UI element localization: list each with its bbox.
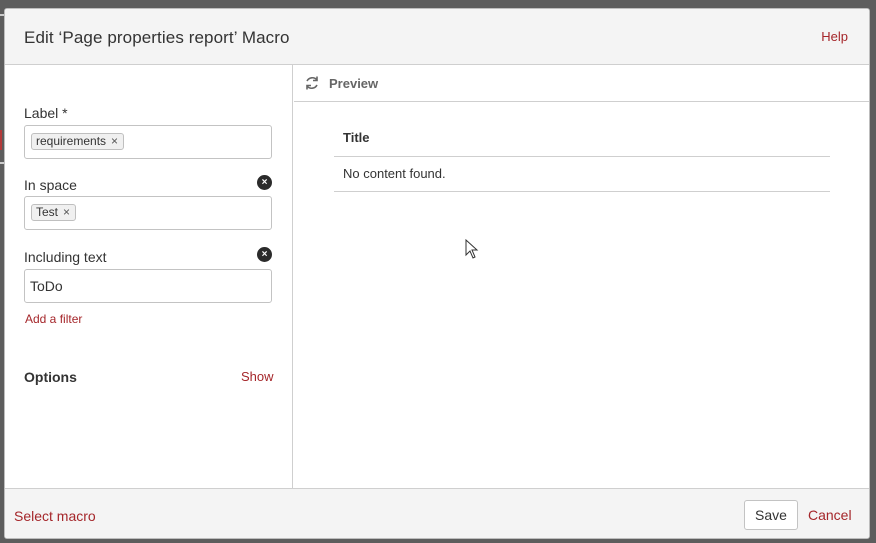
label-field-label: Label * bbox=[24, 105, 68, 121]
add-filter-link[interactable]: Add a filter bbox=[25, 312, 82, 326]
space-field[interactable]: Test × bbox=[24, 196, 272, 230]
macro-dialog: Edit ‘Page properties report’ Macro Help… bbox=[4, 8, 870, 539]
mouse-cursor-icon bbox=[465, 239, 479, 259]
save-button[interactable]: Save bbox=[744, 500, 798, 530]
refresh-icon[interactable] bbox=[304, 75, 320, 91]
label-tag: requirements × bbox=[31, 133, 125, 150]
select-macro-link[interactable]: Select macro bbox=[14, 508, 96, 524]
cancel-link[interactable]: Cancel bbox=[808, 507, 852, 523]
space-tag: Test × bbox=[31, 204, 77, 221]
preview-table: Title No content found. bbox=[334, 121, 830, 192]
label-field[interactable]: requirements × bbox=[24, 125, 272, 159]
table-header-title: Title bbox=[334, 121, 830, 157]
options-show-link[interactable]: Show bbox=[241, 369, 274, 384]
including-text-input[interactable]: ToDo bbox=[24, 269, 272, 303]
label-tag-text: requirements bbox=[36, 134, 107, 148]
backdrop-fragment bbox=[0, 130, 2, 150]
remove-tag-icon[interactable]: × bbox=[63, 205, 70, 220]
including-text-value: ToDo bbox=[30, 278, 63, 294]
remove-tag-icon[interactable]: × bbox=[111, 134, 118, 149]
text-field-label: Including text bbox=[24, 249, 107, 265]
space-field-label: In space bbox=[24, 177, 77, 193]
dialog-title: Edit ‘Page properties report’ Macro bbox=[24, 28, 290, 47]
macro-parameters-panel: Label * requirements × In space × Test ×… bbox=[5, 65, 293, 488]
dialog-footer: Select macro Save Cancel bbox=[5, 488, 869, 538]
preview-bar: Preview bbox=[294, 65, 869, 102]
table-row: No content found. bbox=[334, 157, 830, 192]
options-heading: Options bbox=[24, 369, 77, 385]
help-link[interactable]: Help bbox=[821, 29, 848, 44]
dialog-header: Edit ‘Page properties report’ Macro Help bbox=[5, 9, 869, 65]
space-tag-text: Test bbox=[36, 205, 59, 219]
preview-panel: Preview Title No content found. bbox=[294, 65, 869, 488]
clear-text-icon[interactable]: × bbox=[257, 247, 272, 262]
clear-space-icon[interactable]: × bbox=[257, 175, 272, 190]
preview-label: Preview bbox=[329, 76, 379, 91]
